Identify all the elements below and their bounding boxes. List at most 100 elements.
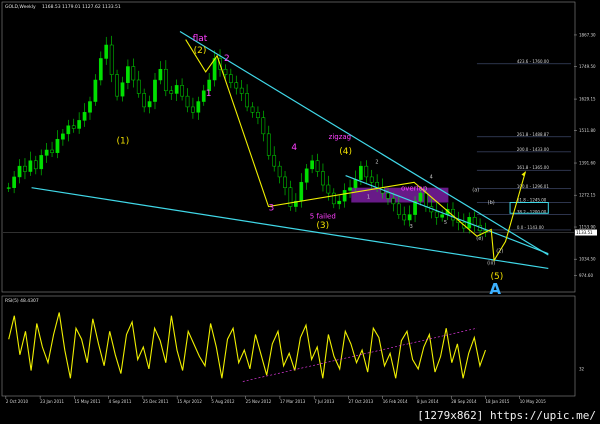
candle-body	[440, 214, 445, 218]
time-tick-label: 15 Apr 2012	[177, 399, 202, 404]
candle-body	[283, 176, 287, 188]
wave-label: 2	[224, 54, 230, 64]
candle-body	[304, 168, 309, 183]
candle-body	[126, 66, 130, 83]
current-price-label: 1133.51	[576, 230, 593, 235]
candle-body	[326, 184, 331, 194]
candle-body	[33, 160, 38, 170]
wave-label: flat	[193, 34, 208, 44]
wave-label: 4	[430, 174, 433, 180]
price-tick-label: 1511.80	[579, 128, 596, 133]
time-tick-label: 2 Oct 2010	[6, 399, 29, 404]
candle-body	[321, 171, 325, 186]
fib-level-label: 161.8 - 1365.00	[517, 165, 549, 170]
rsi-level-label: 32	[579, 366, 585, 371]
time-tick-label: 8 Jun 2014	[417, 399, 439, 404]
candle-body	[169, 90, 174, 94]
candle-body	[191, 106, 195, 113]
price-tick-label: 1272.15	[579, 193, 596, 198]
symbol-label: GOLD,Weekly	[5, 4, 36, 10]
candle-body	[55, 138, 60, 153]
candle-body	[82, 112, 87, 121]
wave-label: 3	[410, 224, 413, 230]
candle-body	[17, 165, 22, 178]
candle-body	[337, 200, 342, 205]
wave-label: 5 failed	[310, 213, 336, 221]
candle-body	[342, 190, 347, 202]
time-tick-label: 25 Nov 2012	[246, 399, 272, 404]
candle-body	[272, 155, 277, 167]
candle-body	[50, 149, 54, 153]
fib-level-label: 423.6 - 1760.00	[517, 59, 549, 64]
fib-level-label: 61.8 - 1245.00	[517, 198, 547, 203]
candle-body	[196, 101, 201, 113]
wave-label: 1	[206, 89, 212, 99]
candle-body	[228, 74, 233, 83]
candle-body	[310, 160, 314, 170]
price-tick-label: 1391.60	[579, 161, 596, 166]
candle-body	[386, 192, 390, 199]
candle-body	[359, 165, 363, 180]
wave-label: (a)	[472, 188, 479, 194]
fib-level-label: 200.0 - 1433.00	[517, 147, 549, 152]
time-tick-label: 15 May 2011	[74, 399, 101, 404]
fib-level-label: 261.8 - 1488.87	[517, 132, 549, 137]
candle-body	[44, 149, 49, 156]
price-tick-label: 1629.15	[579, 97, 596, 102]
candle-body	[120, 82, 125, 97]
wave-label: 1	[367, 194, 370, 200]
candle-body	[115, 74, 119, 97]
candle-body	[12, 176, 16, 188]
candle-body	[266, 133, 271, 156]
candle-body	[348, 187, 352, 191]
candle-body	[158, 68, 163, 81]
wave-label: overlap	[401, 184, 428, 192]
wave-label: zigzag	[329, 133, 351, 141]
candle-body	[250, 106, 255, 113]
candle-body	[256, 112, 260, 118]
candle-body	[71, 125, 76, 129]
fib-level-label: 38.2 - 1200.00	[517, 210, 547, 215]
price-tick-label: 1153.90	[579, 225, 596, 230]
wave-label: (4)	[339, 147, 352, 157]
candle-body	[98, 58, 103, 81]
candle-body	[288, 187, 293, 207]
wave-label: 3	[269, 204, 275, 214]
wave-label: (1)	[117, 136, 130, 146]
candle-body	[434, 211, 439, 218]
candle-body	[142, 93, 147, 108]
time-tick-label: 4 Sep 2011	[109, 399, 132, 404]
candle-body	[66, 125, 71, 135]
time-tick-label: 27 Oct 2013	[348, 399, 373, 404]
candle-body	[261, 117, 266, 135]
candle-body	[299, 182, 304, 202]
candle-body	[61, 133, 65, 140]
price-tick-label: 1034.50	[579, 257, 596, 262]
candle-body	[147, 101, 152, 108]
wave-label: (2)	[194, 46, 207, 56]
candle-body	[234, 82, 239, 89]
price-tick-label: 974.60	[579, 273, 593, 278]
candle-body	[396, 203, 401, 215]
candle-body	[331, 192, 336, 205]
wave-label: (2)	[496, 248, 503, 254]
candle-body	[315, 160, 320, 172]
time-tick-label: 7 Jul 2013	[314, 399, 335, 404]
time-tick-label: 17 Mar 2013	[280, 399, 306, 404]
candle-body	[424, 192, 428, 207]
candle-body	[6, 187, 11, 189]
wave-label: 5	[444, 220, 447, 226]
price-tick-label: 1867.30	[579, 32, 596, 37]
price-tick-label: 1749.50	[579, 64, 596, 69]
candle-body	[93, 79, 98, 102]
candle-body	[391, 198, 396, 205]
candle-body	[104, 44, 109, 59]
candle-body	[418, 192, 423, 202]
candle-body	[185, 95, 190, 108]
oscillator-label: RSI(5) 48.4307	[5, 298, 39, 304]
time-tick-label: 28 Sep 2014	[451, 399, 477, 404]
candle-body	[180, 85, 184, 97]
candle-body	[77, 120, 81, 129]
candle-body	[239, 87, 244, 94]
candle-body	[369, 176, 374, 183]
